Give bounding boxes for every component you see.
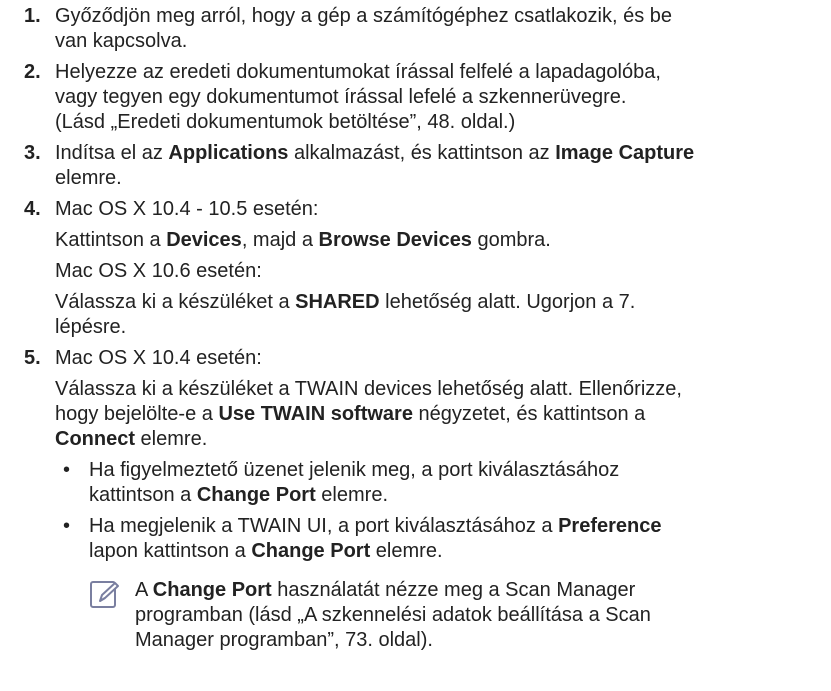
text-run: lapon kattintson a bbox=[89, 540, 252, 562]
step-text-line: Indítsa el az Applications alkalmazást, … bbox=[55, 141, 824, 166]
step-number: 3. bbox=[24, 142, 41, 164]
step-body: Helyezze az eredeti dokumentumokat íráss… bbox=[55, 60, 824, 135]
bullet-text-line: Ha megjelenik a TWAIN UI, a port kiválas… bbox=[89, 514, 662, 539]
ui-term-change-port: Change Port bbox=[251, 540, 371, 562]
bullet-body: Ha figyelmeztető üzenet jelenik meg, a p… bbox=[89, 458, 619, 508]
bullet-text-line: lapon kattintson a Change Port elemre. bbox=[89, 539, 662, 564]
step-2: 2. Helyezze az eredeti dokumentumokat ír… bbox=[24, 60, 824, 135]
text-run: használatát nézze meg a Scan Manager bbox=[271, 579, 636, 601]
step-body: Győződjön meg arról, hogy a gép a számít… bbox=[55, 4, 824, 54]
step-text-line: Kattintson a Devices, majd a Browse Devi… bbox=[55, 228, 824, 253]
text-run: alkalmazást, és kattintson az bbox=[288, 142, 556, 164]
step-1: 1. Győződjön meg arról, hogy a gép a szá… bbox=[24, 4, 824, 54]
step-text-line: vagy tegyen egy dokumentumot írással lef… bbox=[55, 86, 627, 108]
step-3: 3. Indítsa el az Applications alkalmazás… bbox=[24, 141, 824, 191]
text-run: A bbox=[135, 579, 153, 601]
step-text-line: hogy bejelölte-e a Use TWAIN software né… bbox=[55, 402, 824, 427]
note-body: A Change Port használatát nézze meg a Sc… bbox=[135, 578, 651, 653]
step-5: 5. Mac OS X 10.4 esetén: Válassza ki a k… bbox=[24, 346, 824, 653]
bullet-text-line: Ha figyelmeztető üzenet jelenik meg, a p… bbox=[89, 459, 620, 481]
text-run: hogy bejelölte-e a bbox=[55, 403, 219, 425]
step-body: Indítsa el az Applications alkalmazást, … bbox=[55, 141, 824, 191]
step-number: 4. bbox=[24, 198, 41, 220]
step-text-line: Helyezze az eredeti dokumentumokat íráss… bbox=[55, 61, 661, 83]
bullet-icon: • bbox=[63, 515, 71, 537]
note-text-line: Manager programban”, 73. oldal). bbox=[135, 629, 433, 651]
ui-term-change-port: Change Port bbox=[196, 484, 316, 506]
step-text-line: lépésre. bbox=[55, 316, 127, 338]
os-version-label: Mac OS X 10.4 esetén: bbox=[55, 347, 262, 369]
bullet-icon: • bbox=[63, 459, 71, 481]
text-run: Kattintson a bbox=[55, 229, 167, 251]
instruction-document: 1. Győződjön meg arról, hogy a gép a szá… bbox=[24, 4, 824, 653]
step-text-line: Connect elemre. bbox=[55, 427, 824, 452]
step-text-line: Győződjön meg arról, hogy a gép a számít… bbox=[55, 5, 673, 27]
ui-term-use-twain-software: Use TWAIN software bbox=[218, 403, 413, 425]
step-number: 1. bbox=[24, 5, 41, 27]
ui-term-applications: Applications bbox=[168, 142, 289, 164]
os-version-label: Mac OS X 10.6 esetén: bbox=[55, 260, 262, 282]
bullet-body: Ha megjelenik a TWAIN UI, a port kiválas… bbox=[89, 514, 662, 564]
step-4: 4. Mac OS X 10.4 - 10.5 esetén: Kattints… bbox=[24, 197, 824, 340]
step-text-line: elemre. bbox=[55, 167, 122, 189]
ui-term-devices: Devices bbox=[166, 229, 242, 251]
step-text-line: Válassza ki a készüléket a TWAIN devices… bbox=[55, 378, 682, 400]
note-pencil-icon bbox=[89, 580, 121, 610]
text-run: elemre. bbox=[370, 540, 443, 562]
bullet-text-line: kattintson a Change Port elemre. bbox=[89, 483, 619, 508]
ui-term-preference: Preference bbox=[558, 515, 662, 537]
step-number: 5. bbox=[24, 347, 41, 369]
text-run: kattintson a bbox=[89, 484, 197, 506]
bullet-item: • Ha figyelmeztető üzenet jelenik meg, a… bbox=[63, 458, 824, 508]
ui-term-browse-devices: Browse Devices bbox=[318, 229, 472, 251]
ui-term-connect: Connect bbox=[55, 428, 135, 450]
text-run: Válassza ki a készüléket a bbox=[55, 291, 296, 313]
text-run: lehetőség alatt. Ugorjon a 7. bbox=[379, 291, 636, 313]
note-box: A Change Port használatát nézze meg a Sc… bbox=[89, 578, 824, 653]
ui-term-shared: SHARED bbox=[295, 291, 380, 313]
text-run: négyzetet, és kattintson a bbox=[412, 403, 646, 425]
note-text-line: programban (lásd „A szkennelési adatok b… bbox=[135, 604, 651, 626]
text-run: elemre. bbox=[315, 484, 388, 506]
text-run: Ha megjelenik a TWAIN UI, a port kiválas… bbox=[89, 515, 559, 537]
step-body: Mac OS X 10.4 - 10.5 esetén: Kattintson … bbox=[55, 197, 824, 340]
cross-reference: (Lásd „Eredeti dokumentumok betöltése”, … bbox=[55, 111, 516, 133]
step-text-line: van kapcsolva. bbox=[55, 30, 188, 52]
ui-term-change-port: Change Port bbox=[152, 579, 272, 601]
step-text-line: Válassza ki a készüléket a SHARED lehető… bbox=[55, 290, 824, 315]
text-run: , majd a bbox=[241, 229, 319, 251]
step-number: 2. bbox=[24, 61, 41, 83]
text-run: elemre. bbox=[135, 428, 208, 450]
text-run: Indítsa el az bbox=[55, 142, 169, 164]
ui-term-image-capture: Image Capture bbox=[555, 142, 695, 164]
bullet-item: • Ha megjelenik a TWAIN UI, a port kivál… bbox=[63, 514, 824, 564]
text-run: gombra. bbox=[471, 229, 551, 251]
os-version-label: Mac OS X 10.4 - 10.5 esetén: bbox=[55, 198, 319, 220]
note-text-line: A Change Port használatát nézze meg a Sc… bbox=[135, 578, 651, 603]
step-body: Mac OS X 10.4 esetén: Válassza ki a kész… bbox=[55, 346, 824, 653]
